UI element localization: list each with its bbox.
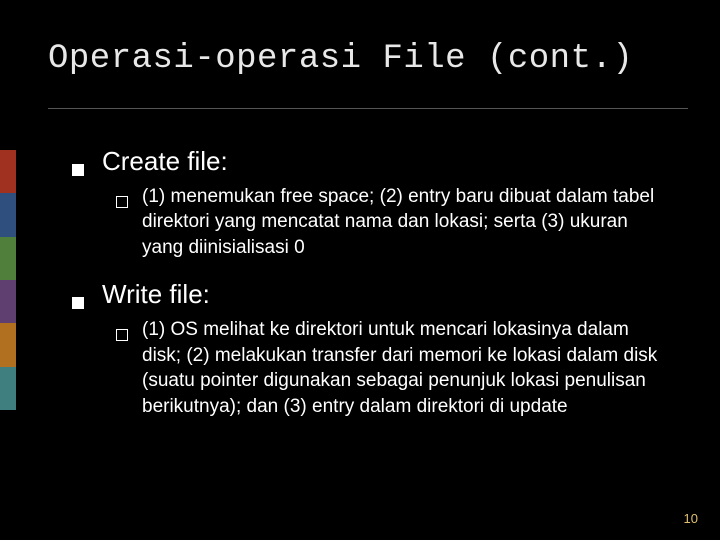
bullet-level1: Create file:	[72, 145, 672, 178]
bullet-outline-square-icon	[116, 329, 128, 341]
bullet-outline-square-icon	[116, 196, 128, 208]
bullet-level2: (1) OS melihat ke direktori untuk mencar…	[116, 317, 672, 420]
bullet-square-icon	[72, 297, 84, 309]
bullet-text: (1) menemukan free space; (2) entry baru…	[142, 184, 672, 261]
accent-sidebar	[0, 150, 16, 410]
bullet-heading: Write file:	[102, 278, 210, 311]
bullet-text: (1) OS melihat ke direktori untuk mencar…	[142, 317, 672, 420]
accent-stripe	[0, 150, 16, 193]
bullet-level2: (1) menemukan free space; (2) entry baru…	[116, 184, 672, 261]
bullet-heading: Create file:	[102, 145, 228, 178]
accent-stripe	[0, 280, 16, 323]
accent-stripe	[0, 367, 16, 410]
bullet-square-icon	[72, 164, 84, 176]
title-divider	[48, 108, 688, 109]
accent-stripe	[0, 193, 16, 236]
accent-stripe	[0, 323, 16, 366]
slide-title: Operasi-operasi File (cont.)	[48, 40, 688, 78]
page-number: 10	[684, 511, 698, 526]
accent-stripe	[0, 237, 16, 280]
slide-body: Create file: (1) menemukan free space; (…	[72, 145, 672, 437]
slide: Operasi-operasi File (cont.) Create file…	[0, 0, 720, 540]
bullet-level1: Write file:	[72, 278, 672, 311]
